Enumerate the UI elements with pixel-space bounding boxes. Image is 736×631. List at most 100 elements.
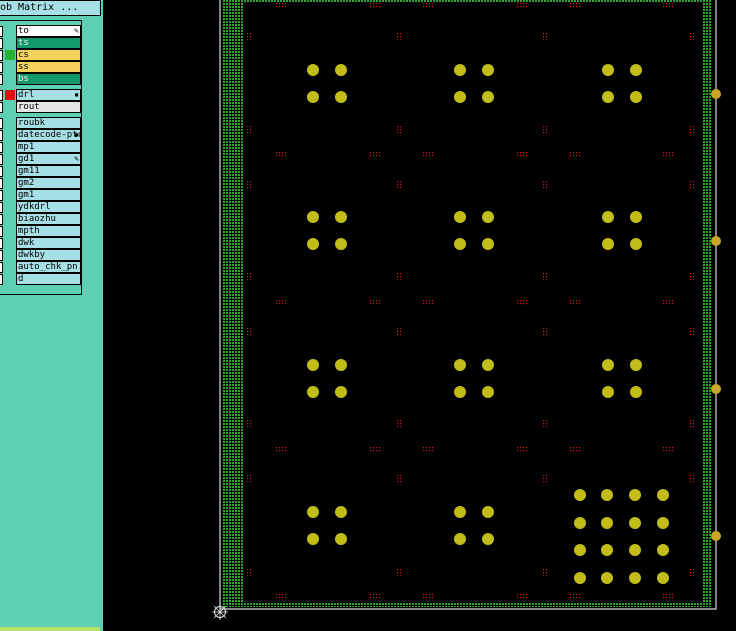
layer-row-dwkby[interactable]: dwkby: [0, 249, 81, 261]
layer-visibility-checkbox[interactable]: [0, 262, 3, 273]
marker-dot: [376, 300, 378, 302]
layer-visibility-checkbox[interactable]: [0, 250, 3, 261]
layer-name[interactable]: ss: [16, 61, 81, 73]
layer-name[interactable]: dwkby: [16, 249, 81, 261]
layer-visibility-checkbox[interactable]: [0, 62, 3, 73]
layer-visibility-checkbox[interactable]: [0, 178, 3, 189]
layer-row-datecode-ptc[interactable]: datecode-ptc ▪: [0, 129, 81, 141]
layer-row-ts[interactable]: ts: [0, 37, 81, 49]
pcb-canvas[interactable]: [103, 0, 736, 631]
marker-dot: [423, 3, 425, 5]
marker-dot: [526, 447, 528, 449]
layer-name[interactable]: cs: [16, 49, 81, 61]
marker-dot: [672, 594, 674, 596]
layer-visibility-checkbox[interactable]: [0, 50, 3, 61]
layer-visibility-checkbox[interactable]: [0, 118, 3, 129]
pad: [574, 489, 586, 501]
layer-row-drl[interactable]: drl ▪: [0, 89, 81, 101]
marker-dot: [523, 594, 525, 596]
marker-dot: [282, 450, 284, 452]
layer-visibility-checkbox[interactable]: [0, 90, 3, 101]
marker-dot: [285, 597, 287, 599]
layer-row-gd1[interactable]: gd1 ✎: [0, 153, 81, 165]
layer-visibility-checkbox[interactable]: [0, 214, 3, 225]
marker-dot: [423, 6, 425, 8]
layer-row-biaozhu[interactable]: biaozhu: [0, 213, 81, 225]
panel-title-bar[interactable]: ob Matrix ...: [0, 0, 101, 16]
layer-name[interactable]: mp1: [16, 141, 81, 153]
layer-row-ydkdrl[interactable]: ydkdrl: [0, 201, 81, 213]
layer-row-cs[interactable]: cs: [0, 49, 81, 61]
marker-dot: [400, 331, 402, 333]
marker-dot: [543, 328, 545, 330]
layer-name[interactable]: bs: [16, 73, 81, 85]
layer-row-bs[interactable]: bs: [0, 73, 81, 85]
layer-row-rout[interactable]: rout: [0, 101, 81, 113]
layer-row-gm1[interactable]: gm1: [0, 189, 81, 201]
marker-dot: [397, 420, 399, 422]
layer-row-auto-chk-pn[interactable]: auto_chk_pn.: [0, 261, 81, 273]
layer-name[interactable]: mpth: [16, 225, 81, 237]
layer-row-gm2[interactable]: gm2: [0, 177, 81, 189]
marker-dot: [376, 594, 378, 596]
layer-name-label: biaozhu: [18, 214, 56, 224]
layer-row-roubk[interactable]: roubk: [0, 117, 81, 129]
layer-visibility-checkbox[interactable]: [0, 142, 3, 153]
layer-name[interactable]: gm1: [16, 189, 81, 201]
layer-row-dwk[interactable]: dwk: [0, 237, 81, 249]
layer-color-swatch[interactable]: [5, 90, 15, 100]
layer-name[interactable]: gm2: [16, 177, 81, 189]
layer-visibility-checkbox[interactable]: [0, 38, 3, 49]
layer-name[interactable]: rout: [16, 101, 81, 113]
layer-name[interactable]: auto_chk_pn.: [16, 261, 81, 273]
marker-dot: [543, 273, 545, 275]
layer-visibility-checkbox[interactable]: [0, 238, 3, 249]
marker-dot: [690, 181, 692, 183]
layer-visibility-checkbox[interactable]: [0, 26, 3, 37]
marker-dot: [426, 303, 428, 305]
marker-dot: [426, 450, 428, 452]
marker-dot: [247, 481, 249, 483]
marker-dot: [276, 3, 278, 5]
marker-dot: [423, 594, 425, 596]
layer-name-label: gm2: [18, 178, 35, 188]
layer-visibility-checkbox[interactable]: [0, 226, 3, 237]
layer-visibility-checkbox[interactable]: [0, 102, 3, 113]
layer-visibility-checkbox[interactable]: [0, 130, 3, 141]
marker-dot: [570, 447, 572, 449]
layer-visibility-checkbox[interactable]: [0, 274, 3, 285]
layer-visibility-checkbox[interactable]: [0, 74, 3, 85]
layer-name[interactable]: gd1 ✎: [16, 153, 81, 165]
marker-dot: [693, 36, 695, 38]
marker-dot: [250, 420, 252, 422]
layer-name[interactable]: drl ▪: [16, 89, 81, 101]
layer-visibility-checkbox[interactable]: [0, 154, 3, 165]
layer-name[interactable]: datecode-ptc ▪: [16, 129, 81, 141]
marker-dot: [520, 155, 522, 157]
layer-name[interactable]: d: [16, 273, 81, 285]
pad: [307, 359, 319, 371]
layer-name[interactable]: dwk: [16, 237, 81, 249]
layer-name[interactable]: to ✎: [16, 25, 81, 37]
layer-row-mpth[interactable]: mpth: [0, 225, 81, 237]
layer-name[interactable]: ydkdrl: [16, 201, 81, 213]
marker-dot: [570, 450, 572, 452]
marker-dot: [397, 276, 399, 278]
layer-color-swatch[interactable]: [5, 50, 15, 60]
layer-name[interactable]: ts: [16, 37, 81, 49]
pad: [630, 64, 642, 76]
pad: [657, 489, 669, 501]
layer-visibility-checkbox[interactable]: [0, 166, 3, 177]
layer-row-to[interactable]: to ✎: [0, 25, 81, 37]
layer-row-ss[interactable]: ss: [0, 61, 81, 73]
layer-row-d[interactable]: d: [0, 273, 81, 285]
layer-visibility-checkbox[interactable]: [0, 190, 3, 201]
layer-list: to ✎ ts cs ss bs drl ▪ rout roubk datecode-ptc ▪ mp1…: [0, 20, 82, 295]
layer-visibility-checkbox[interactable]: [0, 202, 3, 213]
layer-name[interactable]: roubk: [16, 117, 81, 129]
layer-name[interactable]: gm11: [16, 165, 81, 177]
layer-row-gm11[interactable]: gm11: [0, 165, 81, 177]
layer-name[interactable]: biaozhu: [16, 213, 81, 225]
marker-dot: [250, 572, 252, 574]
layer-row-mp1[interactable]: mp1: [0, 141, 81, 153]
